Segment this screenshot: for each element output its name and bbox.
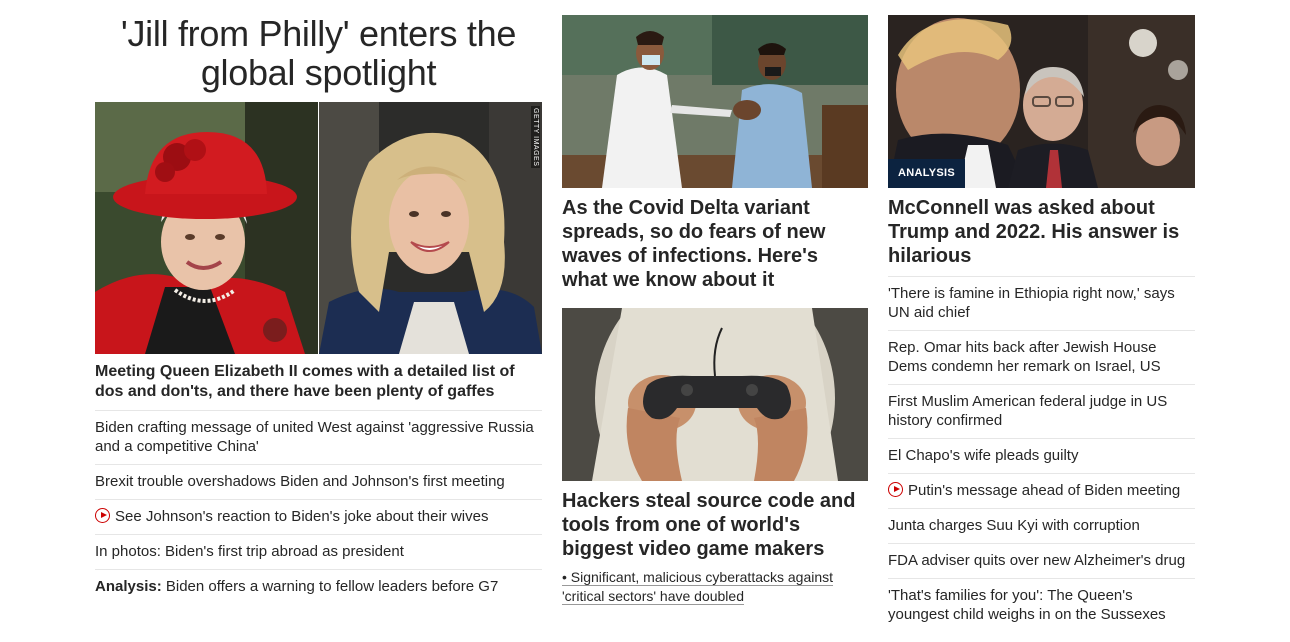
story-link[interactable]: Junta charges Suu Kyi with corruption xyxy=(888,517,1140,534)
play-icon xyxy=(888,482,903,497)
hackers-headline[interactable]: Hackers steal source code and tools from… xyxy=(562,489,868,561)
list-item[interactable]: El Chapo's wife pleads guilty xyxy=(888,439,1195,474)
list-item[interactable]: 'That's families for you': The Queen's y… xyxy=(888,579,1195,632)
lead-story-list: Biden crafting message of united West ag… xyxy=(95,411,542,604)
list-item[interactable]: Analysis: Biden offers a warning to fell… xyxy=(95,570,542,604)
story-link[interactable]: Rep. Omar hits back after Jewish House D… xyxy=(888,339,1161,375)
lead-image[interactable]: GETTY IMAGES xyxy=(95,102,542,354)
right-column: ANALYSIS McConnell was asked about Trump… xyxy=(888,0,1195,632)
story-link[interactable]: Brexit trouble overshadows Biden and Joh… xyxy=(95,473,505,490)
story-link[interactable]: FDA adviser quits over new Alzheimer's d… xyxy=(888,552,1185,569)
image-credit: GETTY IMAGES xyxy=(531,106,540,169)
story-link[interactable]: First Muslim American federal judge in U… xyxy=(888,393,1167,429)
story-link[interactable]: In photos: Biden's first trip abroad as … xyxy=(95,543,404,560)
list-item[interactable]: In photos: Biden's first trip abroad as … xyxy=(95,535,542,570)
covid-vaccination-image[interactable] xyxy=(562,15,868,188)
list-item[interactable]: See Johnson's reaction to Biden's joke a… xyxy=(95,500,542,535)
list-item[interactable]: Biden crafting message of united West ag… xyxy=(95,411,542,465)
mcconnell-image[interactable]: ANALYSIS xyxy=(888,15,1195,188)
story-link[interactable]: 'There is famine in Ethiopia right now,'… xyxy=(888,285,1175,321)
list-item[interactable]: 'There is famine in Ethiopia right now,'… xyxy=(888,277,1195,331)
list-item[interactable]: Rep. Omar hits back after Jewish House D… xyxy=(888,331,1195,385)
queen-photo xyxy=(95,102,318,354)
jill-biden-photo xyxy=(319,102,542,354)
lead-column: 'Jill from Philly' enters the global spo… xyxy=(95,0,542,604)
lead-title[interactable]: 'Jill from Philly' enters the global spo… xyxy=(95,14,542,92)
play-icon xyxy=(95,508,110,523)
cyberattacks-bullet[interactable]: • Significant, malicious cyberattacks ag… xyxy=(562,568,868,606)
story-link[interactable]: Putin's message ahead of Biden meeting xyxy=(908,482,1180,499)
list-item[interactable]: Brexit trouble overshadows Biden and Joh… xyxy=(95,465,542,500)
story-link[interactable]: 'That's families for you': The Queen's y… xyxy=(888,587,1166,623)
list-item[interactable]: Junta charges Suu Kyi with corruption xyxy=(888,509,1195,544)
middle-column: As the Covid Delta variant spreads, so d… xyxy=(562,0,868,606)
list-item[interactable]: Putin's message ahead of Biden meeting xyxy=(888,474,1195,509)
game-controller-image[interactable] xyxy=(562,308,868,481)
analysis-badge: ANALYSIS xyxy=(888,159,966,188)
covid-headline[interactable]: As the Covid Delta variant spreads, so d… xyxy=(562,196,868,292)
bullet-link[interactable]: • Significant, malicious cyberattacks ag… xyxy=(562,569,834,605)
story-link[interactable]: Biden offers a warning to fellow leaders… xyxy=(162,578,498,595)
mcconnell-headline[interactable]: McConnell was asked about Trump and 2022… xyxy=(888,196,1195,277)
analysis-label: Analysis: xyxy=(95,578,162,595)
list-item[interactable]: First Muslim American federal judge in U… xyxy=(888,385,1195,439)
list-item[interactable]: FDA adviser quits over new Alzheimer's d… xyxy=(888,544,1195,579)
story-link[interactable]: Biden crafting message of united West ag… xyxy=(95,419,534,455)
story-link[interactable]: See Johnson's reaction to Biden's joke a… xyxy=(115,508,488,525)
story-link[interactable]: El Chapo's wife pleads guilty xyxy=(888,447,1078,464)
lead-headline[interactable]: Meeting Queen Elizabeth II comes with a … xyxy=(95,362,542,411)
right-story-list: 'There is famine in Ethiopia right now,'… xyxy=(888,277,1195,632)
lead-title-link[interactable]: 'Jill from Philly' enters the global spo… xyxy=(121,13,516,93)
